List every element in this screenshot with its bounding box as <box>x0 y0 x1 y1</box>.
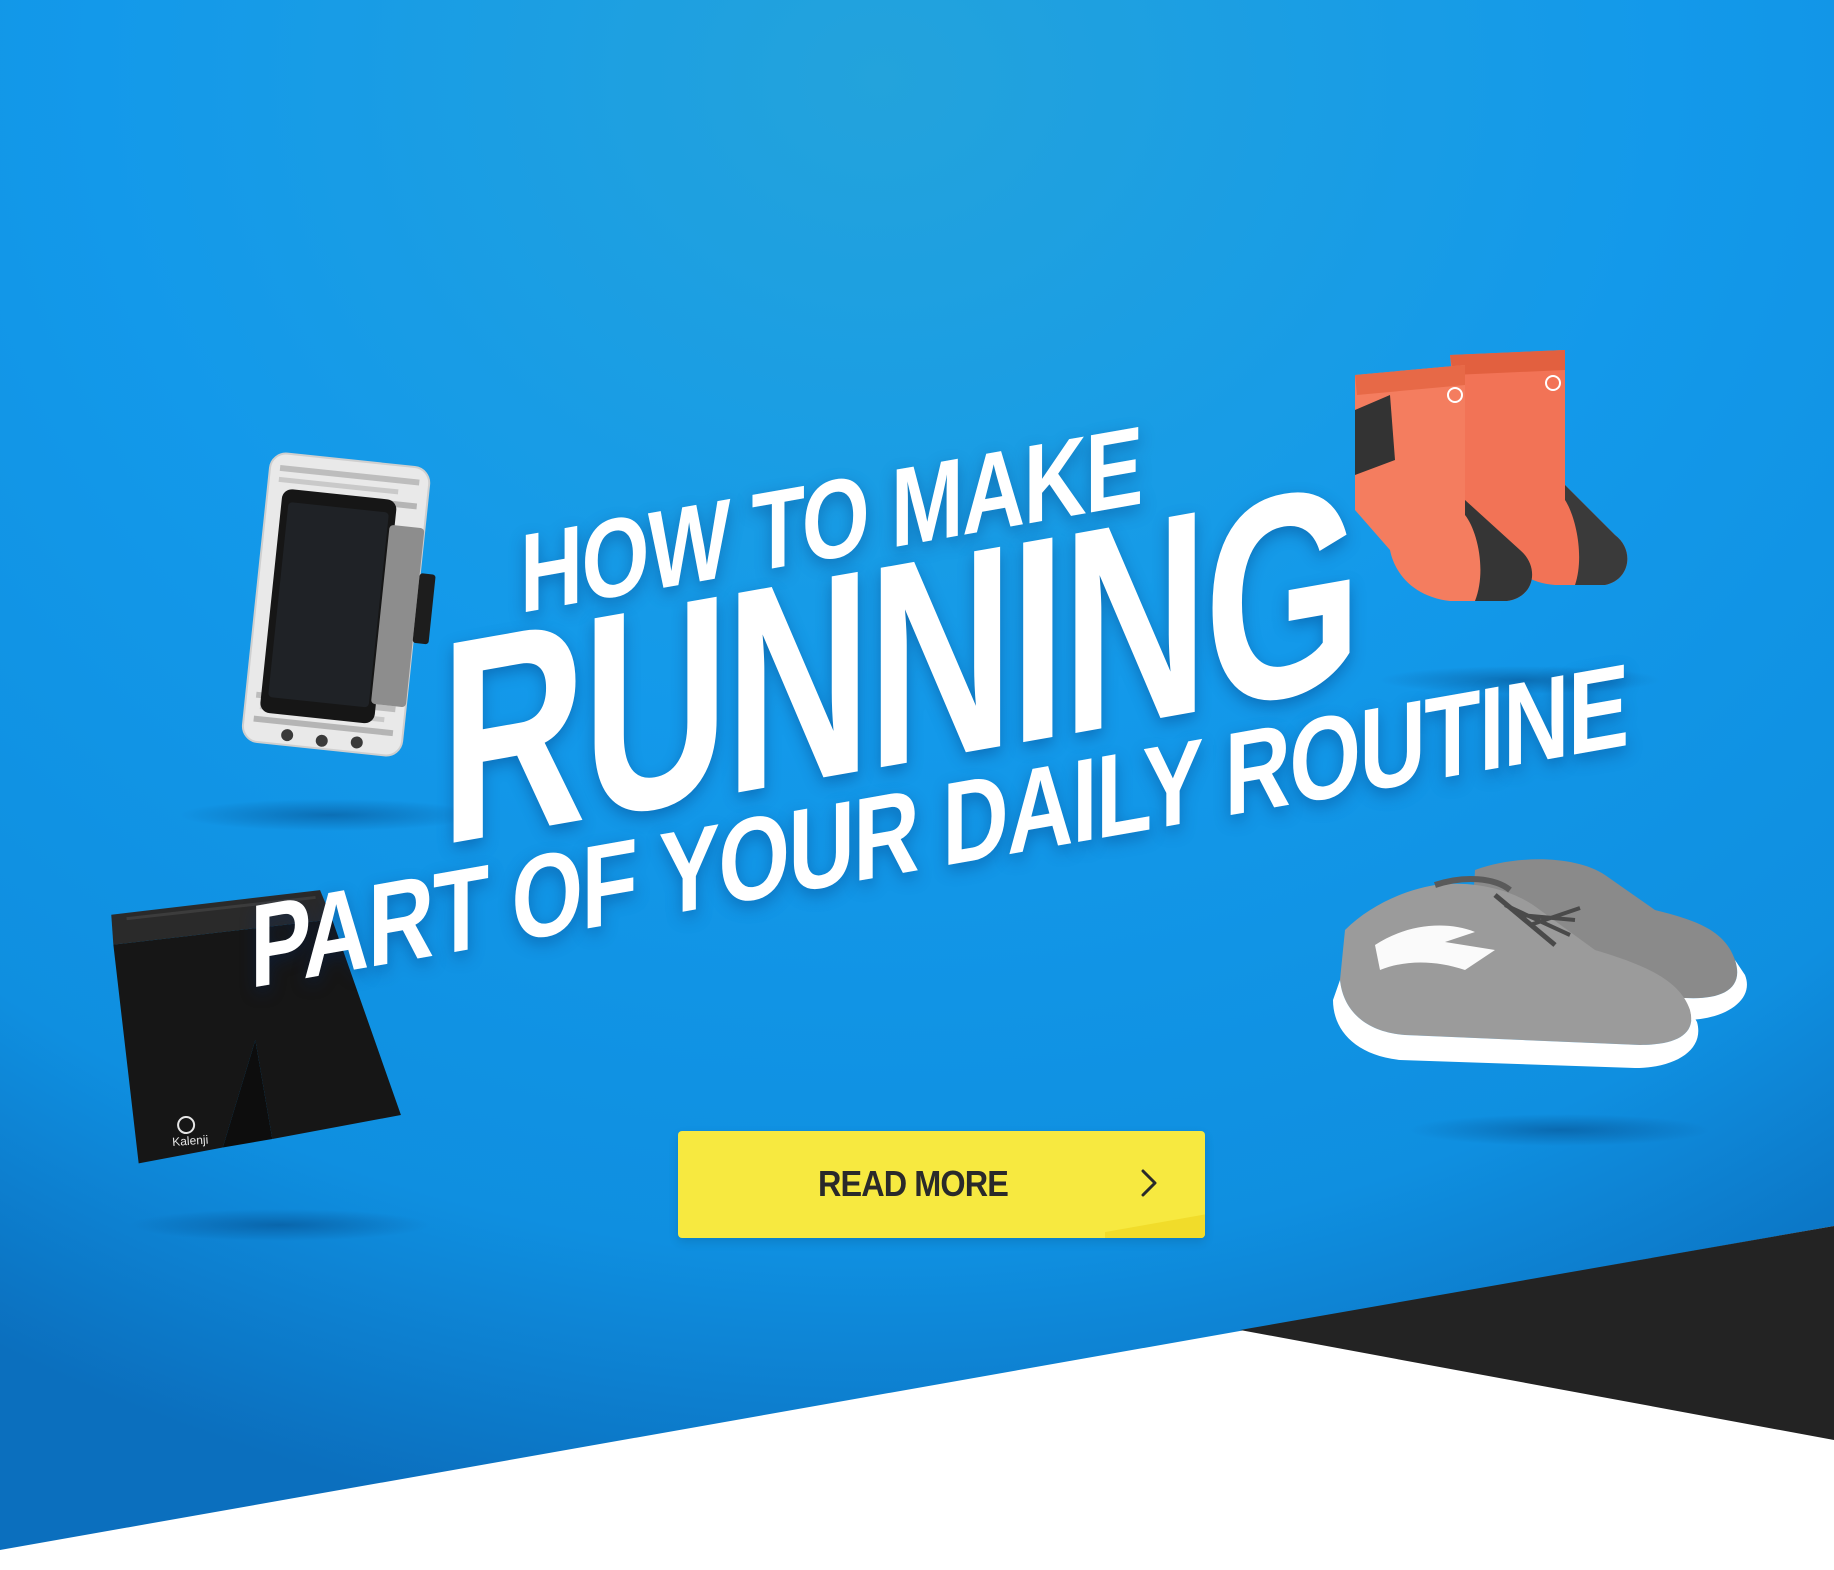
phone-armband-image <box>241 452 436 757</box>
hero-banner: Kalenji HOW TO MAKE RUNNING PART OF YOUR… <box>0 0 1834 1570</box>
read-more-button[interactable]: READ MORE <box>678 1131 1205 1238</box>
running-shorts-image: Kalenji <box>111 890 401 1164</box>
shorts-brand-text: Kalenji <box>172 1133 209 1149</box>
read-more-label: READ MORE <box>818 1163 1009 1204</box>
banner-background <box>0 0 1834 1570</box>
running-socks-image <box>1355 350 1628 601</box>
running-shoes-image <box>1333 859 1747 1068</box>
chevron-right-icon <box>1141 1169 1157 1197</box>
